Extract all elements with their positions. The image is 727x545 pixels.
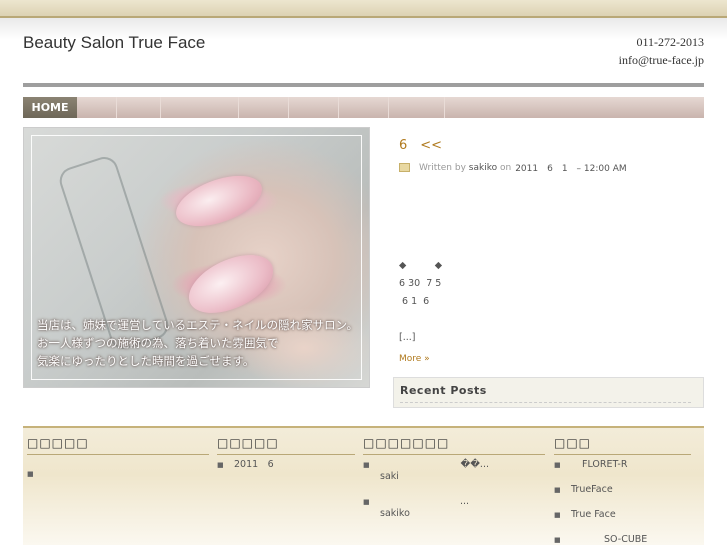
more-link[interactable]: More » — [399, 354, 430, 364]
nav-item[interactable] — [289, 97, 339, 118]
post-date: 2011 6 1 – 12:00 AM — [515, 164, 627, 174]
hero-caption-line: 当店は、姉妹で運営しているエステ・ネイルの隠れ家サロン。 — [37, 318, 358, 332]
link-item[interactable]: SO-CUBE — [554, 534, 691, 545]
post-icon — [399, 163, 410, 172]
comment-author: saki — [380, 471, 399, 482]
post-line: 6 30 7 5 — [399, 278, 442, 289]
link-item[interactable]: True Face — [554, 509, 691, 521]
comment-excerpt: ��... — [460, 459, 489, 470]
footer-column-title: □□□ — [554, 436, 691, 455]
recent-posts-widget: Recent Posts — [393, 377, 704, 408]
comment-excerpt: ... — [459, 496, 469, 507]
list-item[interactable]: ... sakiko — [363, 496, 545, 520]
footer-column-1: □□□□□ — [27, 436, 209, 480]
nav-item[interactable] — [117, 97, 161, 118]
nav-item[interactable] — [339, 97, 389, 118]
hero-caption: 当店は、姉妹で運営しているエステ・ネイルの隠れ家サロン。 お一人様ずつの施術の為… — [37, 316, 369, 370]
phone-number: 011-272-2013 — [636, 35, 704, 49]
post-excerpt-end: [...] — [399, 332, 416, 343]
link-item[interactable]: FLORET-R — [554, 459, 691, 471]
post-title[interactable]: 6 << — [399, 134, 704, 153]
hero-caption-line: お一人様ずつの施術の為、落ち着いた雰囲気で — [37, 336, 279, 350]
footer-column-title: □□□□□□□ — [363, 436, 545, 455]
comment-author: sakiko — [380, 508, 410, 519]
footer-column-4: □□□ FLORET-R TrueFace True Face SO-CUBE — [554, 436, 691, 545]
hero-image: 当店は、姉妹で運営しているエステ・ネイルの隠れ家サロン。 お一人様ずつの施術の為… — [23, 127, 370, 388]
footer-column-2: □□□□□ 2011 6 — [217, 436, 355, 484]
post-line: 6 1 6 — [399, 296, 430, 307]
post: 6 << Written by sakiko on 2011 6 1 – 12:… — [399, 134, 704, 364]
top-band — [0, 0, 727, 18]
nav-item[interactable] — [239, 97, 289, 118]
nav-home[interactable]: HOME — [23, 97, 77, 118]
list-item[interactable]: ��... saki — [363, 459, 545, 483]
footer-column-title: □□□□□ — [217, 436, 355, 455]
header-divider — [23, 83, 704, 87]
post-line: ◆ ◆ — [399, 260, 443, 271]
nav-item[interactable] — [389, 97, 445, 118]
nav-item[interactable] — [77, 97, 117, 118]
nav-item[interactable] — [161, 97, 239, 118]
post-body: ◆ ◆ 6 30 7 5 6 1 6 [...] — [399, 257, 442, 347]
recent-posts-title: Recent Posts — [400, 384, 487, 397]
link-item[interactable]: TrueFace — [554, 484, 691, 496]
footer-column-title: □□□□□ — [27, 436, 209, 455]
main-nav: HOME — [23, 97, 704, 118]
post-line — [399, 311, 442, 329]
hero-caption-line: 気楽にゆったりとした時間を過ごせます。 — [37, 354, 255, 368]
contact-info: 011-272-2013 info@true-face.jp — [619, 33, 704, 69]
footer-column-3: □□□□□□□ ��... saki ... sakiko — [363, 436, 545, 533]
archive-link[interactable]: 2011 6 — [217, 459, 355, 471]
email-address[interactable]: info@true-face.jp — [619, 51, 704, 69]
post-author[interactable]: sakiko — [469, 163, 497, 173]
meta-prefix: Written by — [419, 162, 466, 173]
meta-on: on — [499, 162, 512, 173]
dashed-divider — [400, 402, 691, 403]
footer: □□□□□ □□□□□ 2011 6 □□□□□□□ ��... saki ..… — [23, 426, 704, 545]
post-meta: Written by sakiko on 2011 6 1 – 12:00 AM — [399, 161, 704, 174]
site-title[interactable]: Beauty Salon True Face — [23, 33, 205, 53]
